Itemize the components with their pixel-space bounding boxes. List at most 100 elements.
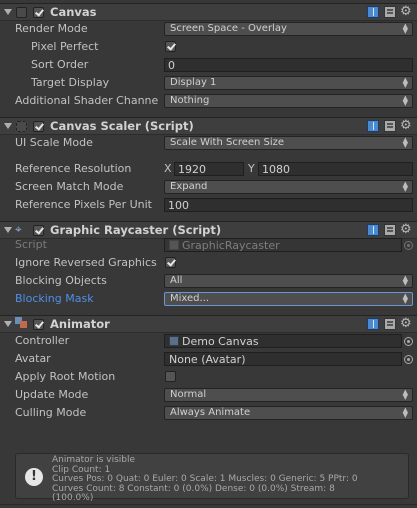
gear-icon[interactable]: ⚙ xyxy=(400,222,412,237)
canvas-scaler-enabled-checkbox[interactable] xyxy=(33,121,44,132)
sort-order-field[interactable]: 0 xyxy=(164,58,413,72)
object-picker-icon xyxy=(404,241,413,250)
screen-match-mode-value: Expand xyxy=(170,181,208,192)
blocking-objects-label: Blocking Objects xyxy=(15,274,107,287)
dropdown-arrows-icon: ▲ ▼ xyxy=(402,274,408,287)
controller-field[interactable]: Demo Canvas xyxy=(164,334,402,348)
book-icon[interactable] xyxy=(367,6,379,18)
blocking-mask-label: Blocking Mask xyxy=(15,292,94,305)
screen-match-mode-label: Screen Match Mode xyxy=(15,180,124,193)
script-file-icon xyxy=(169,240,179,250)
shader-channels-label: Additional Shader Channe xyxy=(15,94,159,107)
book-icon[interactable] xyxy=(367,120,379,132)
render-mode-dropdown[interactable]: Screen Space - Overlay ▲ ▼ xyxy=(164,22,413,36)
ui-scale-mode-value: Scale With Screen Size xyxy=(170,137,285,148)
update-mode-label: Update Mode xyxy=(15,388,89,401)
animator-header[interactable]: Animator ⚙ xyxy=(0,315,417,333)
preset-icon[interactable] xyxy=(384,224,396,236)
graphic-raycaster-header[interactable]: ⌖ Graphic Raycaster (Script) ⚙ xyxy=(0,221,417,239)
blocking-objects-dropdown[interactable]: All ▲ ▼ xyxy=(164,274,413,288)
foldout-arrow-icon[interactable] xyxy=(4,123,12,129)
preset-icon[interactable] xyxy=(384,120,396,132)
ignore-reversed-checkbox[interactable] xyxy=(165,257,176,268)
exclamation-icon: ! xyxy=(25,468,43,486)
foldout-arrow-icon[interactable] xyxy=(4,321,12,327)
blocking-mask-value: Mixed... xyxy=(170,293,210,304)
canvas-scaler-title: Canvas Scaler (Script) xyxy=(50,119,194,133)
gear-icon[interactable]: ⚙ xyxy=(400,4,412,19)
header-icons: ⚙ xyxy=(367,4,413,20)
book-icon[interactable] xyxy=(367,318,379,330)
shader-channels-dropdown[interactable]: Nothing ▲ ▼ xyxy=(164,94,413,108)
apply-root-motion-label: Apply Root Motion xyxy=(15,370,116,383)
ui-scale-mode-label: UI Scale Mode xyxy=(15,136,93,149)
foldout-arrow-icon[interactable] xyxy=(4,227,12,233)
header-icons: ⚙ xyxy=(367,316,413,332)
canvas-enabled-checkbox[interactable] xyxy=(33,7,44,18)
avatar-value: None (Avatar) xyxy=(169,353,246,366)
foldout-arrow-icon[interactable] xyxy=(4,9,12,15)
avatar-field[interactable]: None (Avatar) xyxy=(164,352,402,366)
object-picker-icon[interactable] xyxy=(404,355,413,364)
animator-info-text: Animator is visible Clip Count: 1 Curves… xyxy=(52,455,358,503)
apply-root-motion-checkbox[interactable] xyxy=(165,371,176,382)
sort-order-label: Sort Order xyxy=(31,58,89,71)
animator-icon-part xyxy=(20,321,27,328)
graphic-raycaster-enabled-checkbox[interactable] xyxy=(33,225,44,236)
canvas-component-icon xyxy=(16,7,27,18)
culling-mode-label: Culling Mode xyxy=(15,406,87,419)
animator-title: Animator xyxy=(50,317,110,331)
ui-scale-mode-dropdown[interactable]: Scale With Screen Size ▲ ▼ xyxy=(164,136,413,150)
y-label: Y xyxy=(248,162,255,175)
header-icons: ⚙ xyxy=(367,222,413,238)
x-label: X xyxy=(164,162,172,175)
resolution-y-value: 1080 xyxy=(262,163,290,176)
canvas-scaler-icon xyxy=(16,121,27,132)
shader-channels-value: Nothing xyxy=(170,95,210,106)
reference-ppu-field[interactable]: 100 xyxy=(164,198,413,212)
canvas-component-header[interactable]: Canvas ⚙ xyxy=(0,3,417,21)
dropdown-arrows-icon: ▲ ▼ xyxy=(402,180,408,193)
pixel-perfect-checkbox[interactable] xyxy=(165,41,176,52)
dropdown-arrows-icon: ▲ ▼ xyxy=(402,292,408,305)
screen-match-mode-dropdown[interactable]: Expand ▲ ▼ xyxy=(164,180,413,194)
resolution-x-field[interactable]: 1920 xyxy=(174,162,244,176)
reference-ppu-label: Reference Pixels Per Unit xyxy=(15,198,152,211)
update-mode-dropdown[interactable]: Normal ▲ ▼ xyxy=(164,388,413,402)
script-value: GraphicRaycaster xyxy=(182,239,280,252)
animator-info-box: ! Animator is visible Clip Count: 1 Curv… xyxy=(15,453,409,503)
preset-icon[interactable] xyxy=(384,318,396,330)
ignore-reversed-label: Ignore Reversed Graphics xyxy=(15,256,157,269)
target-display-dropdown[interactable]: Display 1 ▲ ▼ xyxy=(164,76,413,90)
inspector-panel: Canvas ⚙ Render Mode Screen Space - Over… xyxy=(0,0,417,508)
gear-icon[interactable]: ⚙ xyxy=(400,316,412,331)
preset-icon[interactable] xyxy=(384,6,396,18)
canvas-scaler-header[interactable]: Canvas Scaler (Script) ⚙ xyxy=(0,117,417,135)
render-mode-value: Screen Space - Overlay xyxy=(170,23,287,34)
resolution-x-value: 1920 xyxy=(178,163,206,176)
book-icon[interactable] xyxy=(367,224,379,236)
resolution-y-field[interactable]: 1080 xyxy=(258,162,413,176)
pixel-perfect-label: Pixel Perfect xyxy=(31,40,99,53)
object-picker-icon[interactable] xyxy=(404,337,413,346)
blocking-objects-value: All xyxy=(170,275,183,286)
culling-mode-dropdown[interactable]: Always Animate ▲ ▼ xyxy=(164,406,413,420)
script-field: GraphicRaycaster xyxy=(164,238,402,252)
reference-resolution-label: Reference Resolution xyxy=(15,162,132,175)
animator-enabled-checkbox[interactable] xyxy=(33,319,44,330)
render-mode-label: Render Mode xyxy=(15,22,88,35)
dropdown-arrows-icon: ▲ ▼ xyxy=(402,76,408,89)
dropdown-arrows-icon: ▲ ▼ xyxy=(402,388,408,401)
controller-value: Demo Canvas xyxy=(182,335,259,348)
dropdown-arrows-icon: ▲ ▼ xyxy=(402,136,408,149)
dropdown-arrows-icon: ▲ ▼ xyxy=(402,94,408,107)
controller-label: Controller xyxy=(15,334,70,347)
animator-icon xyxy=(15,317,28,329)
dropdown-arrows-icon: ▲ ▼ xyxy=(402,22,408,35)
blocking-mask-dropdown[interactable]: Mixed... ▲ ▼ xyxy=(164,292,413,306)
controller-value-wrap: Demo Canvas xyxy=(169,335,259,348)
canvas-title: Canvas xyxy=(50,5,97,19)
target-display-value: Display 1 xyxy=(170,77,217,88)
bottom-divider xyxy=(0,504,417,505)
gear-icon[interactable]: ⚙ xyxy=(400,118,412,133)
